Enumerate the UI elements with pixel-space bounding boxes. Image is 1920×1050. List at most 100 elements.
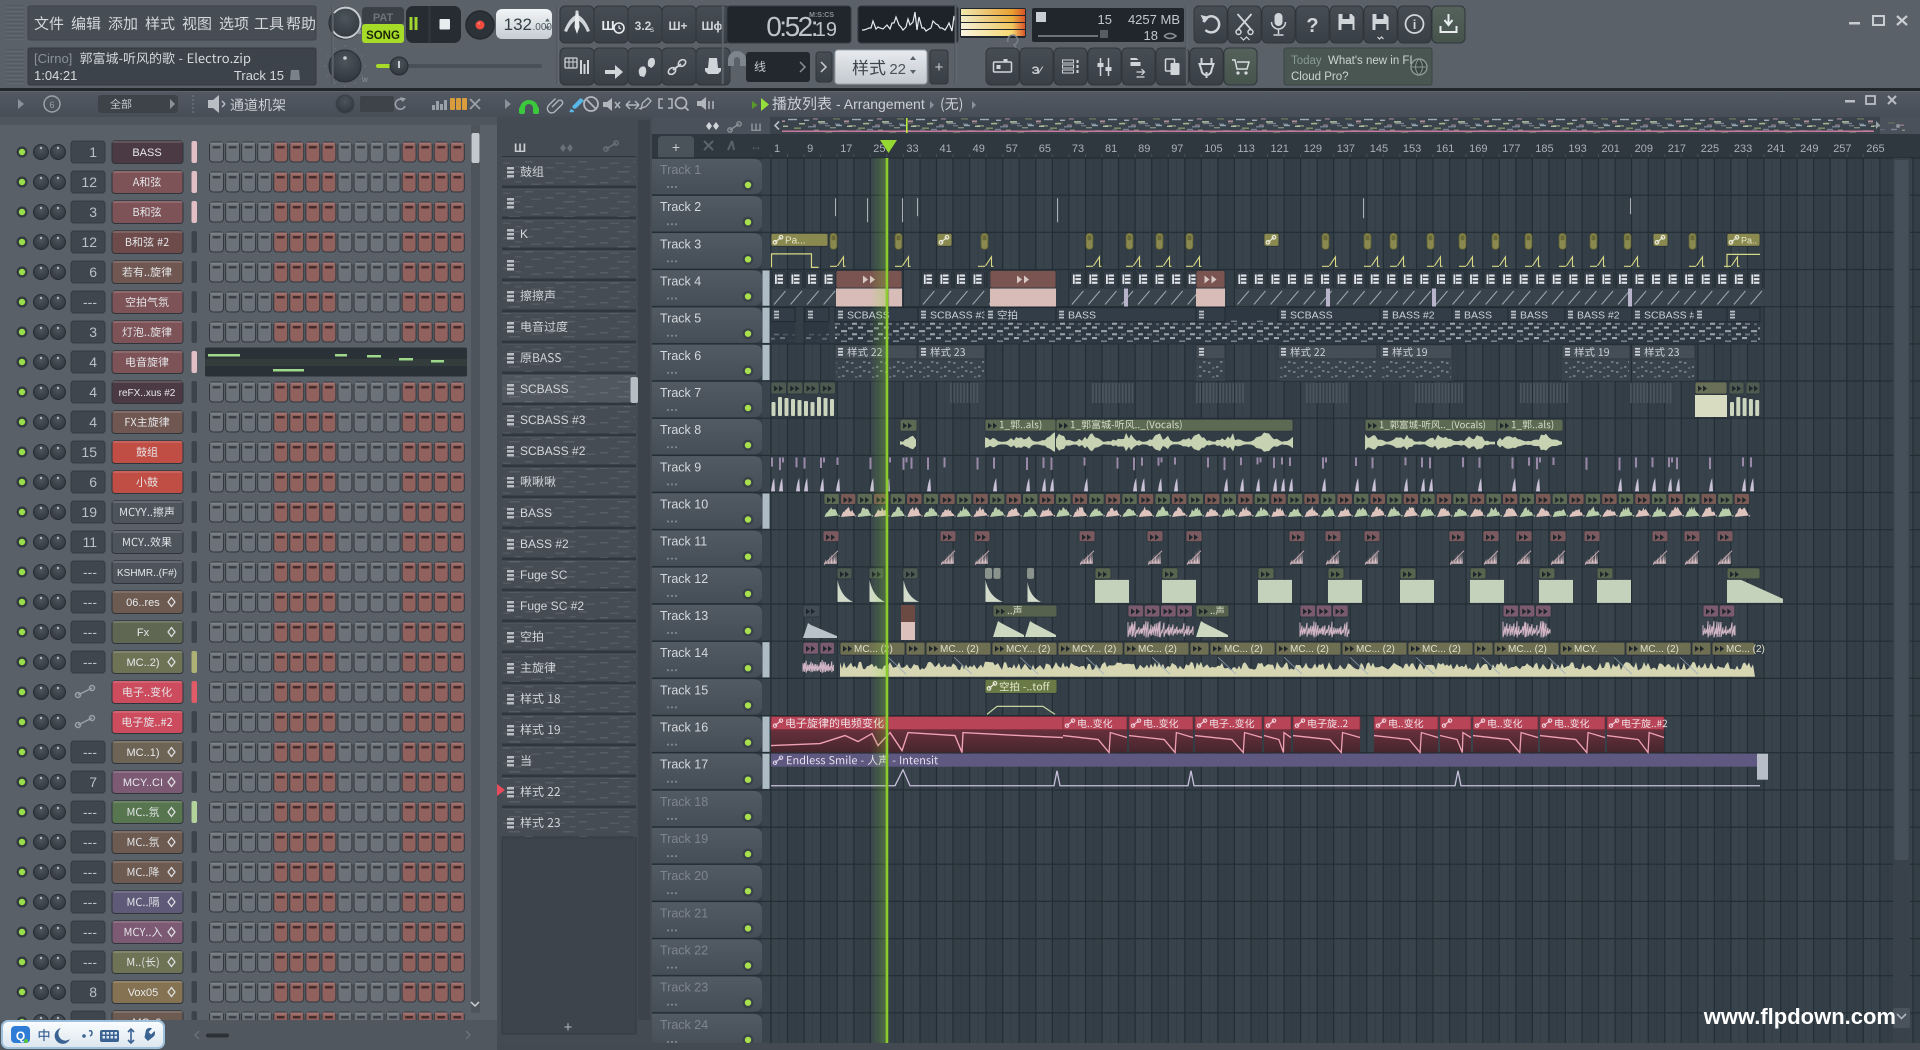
svg-text:19: 19: [81, 504, 97, 520]
svg-text:Track 12: Track 12: [660, 572, 708, 586]
svg-text:---: ---: [83, 954, 97, 970]
svg-text:1: 1: [774, 143, 780, 155]
svg-text:MCY... (2): MCY... (2): [1072, 644, 1116, 655]
svg-text:BASS #2: BASS #2: [1577, 310, 1620, 322]
svg-text:Ш+: Ш+: [668, 19, 687, 33]
svg-text:MC... (2): MC... (2): [1356, 644, 1395, 655]
svg-text:Fx: Fx: [137, 627, 150, 639]
svg-text:73: 73: [1072, 143, 1084, 155]
svg-text:241: 241: [1767, 143, 1785, 155]
svg-text:81: 81: [1105, 143, 1117, 155]
svg-text:185: 185: [1535, 143, 1553, 155]
svg-text:65: 65: [1039, 143, 1051, 155]
svg-text:11: 11: [82, 534, 97, 550]
svg-text:209: 209: [1635, 143, 1653, 155]
svg-text:193: 193: [1568, 143, 1586, 155]
svg-text:BASS #2: BASS #2: [520, 537, 569, 551]
svg-text:PAT: PAT: [373, 12, 394, 24]
svg-text:201: 201: [1602, 143, 1620, 155]
svg-text:BASS: BASS: [1520, 310, 1548, 322]
svg-text:257: 257: [1833, 143, 1851, 155]
svg-text:w: w: [361, 75, 368, 84]
svg-text:---: ---: [83, 594, 97, 610]
svg-text:Today: Today: [1291, 55, 1322, 67]
svg-text:4: 4: [89, 354, 97, 370]
svg-text:+: +: [672, 139, 680, 155]
svg-text:Track 11: Track 11: [660, 535, 707, 549]
svg-text:?: ?: [1306, 15, 1318, 37]
svg-text:KSHMR..(F#): KSHMR..(F#): [117, 568, 177, 579]
svg-text:i: i: [1413, 17, 1417, 32]
svg-text:SCBASS: SCBASS: [1290, 310, 1333, 322]
svg-text:---: ---: [83, 864, 97, 880]
svg-text:SCBASS #2: SCBASS #2: [520, 444, 586, 458]
svg-text:Ш: Ш: [514, 141, 526, 155]
svg-text:Vox05: Vox05: [128, 987, 159, 999]
svg-text:Track 23: Track 23: [660, 981, 708, 995]
svg-text:153: 153: [1403, 143, 1421, 155]
svg-text:---: ---: [83, 804, 97, 820]
svg-text:169: 169: [1469, 143, 1487, 155]
svg-text:---: ---: [83, 894, 97, 910]
svg-text:---: ---: [83, 924, 97, 940]
svg-text:33: 33: [906, 143, 918, 155]
svg-text:Track 2: Track 2: [660, 200, 701, 214]
svg-text:49: 49: [973, 143, 985, 155]
svg-text:12: 12: [81, 234, 97, 250]
svg-text:4: 4: [89, 414, 97, 430]
svg-text:8: 8: [89, 984, 97, 1000]
svg-text:Track 15: Track 15: [660, 683, 708, 697]
svg-text:9: 9: [807, 143, 813, 155]
svg-text:Track 14: Track 14: [660, 646, 708, 660]
svg-text:Pa..: Pa..: [1741, 235, 1757, 245]
svg-text:249: 249: [1800, 143, 1818, 155]
svg-text:Track 24: Track 24: [660, 1018, 708, 1032]
svg-text:BASS: BASS: [520, 506, 552, 520]
svg-text:Track 3: Track 3: [660, 237, 701, 251]
svg-text:---: ---: [83, 624, 97, 640]
svg-text:Track 6: Track 6: [660, 349, 701, 363]
svg-text:MC... (2): MC... (2): [1290, 644, 1329, 655]
svg-text:reFX..xus #2: reFX..xus #2: [119, 388, 176, 399]
svg-text:SCBASS #3: SCBASS #3: [930, 310, 987, 322]
svg-text:265: 265: [1866, 143, 1884, 155]
svg-text:161: 161: [1436, 143, 1454, 155]
svg-text:MC... (2): MC... (2): [1422, 644, 1461, 655]
svg-text:BASS: BASS: [1068, 310, 1096, 322]
svg-text:105: 105: [1204, 143, 1222, 155]
svg-text:MCY... (2): MCY... (2): [1006, 644, 1050, 655]
svg-text:s: s: [650, 25, 654, 34]
svg-text:www.flpdown.com: www.flpdown.com: [1703, 1004, 1896, 1029]
svg-text:233: 233: [1734, 143, 1752, 155]
svg-text:BASS: BASS: [132, 147, 161, 159]
svg-text:MC... (2): MC... (2): [940, 644, 979, 655]
svg-text:.000: .000: [533, 22, 553, 33]
svg-text:+: +: [935, 59, 944, 76]
svg-text:- Arrangement: - Arrangement: [836, 96, 925, 112]
svg-text:MC... (2): MC... (2): [1640, 644, 1679, 655]
svg-text:Track 17: Track 17: [660, 758, 708, 772]
svg-text:Ш: Ш: [601, 18, 614, 33]
svg-text:---: ---: [83, 744, 97, 760]
svg-text:Fuge SC: Fuge SC: [520, 568, 568, 582]
svg-text:Track 5: Track 5: [660, 312, 701, 326]
svg-text:19: 19: [815, 19, 837, 41]
svg-text:177: 177: [1502, 143, 1520, 155]
svg-text:SCBASS #3: SCBASS #3: [520, 413, 586, 427]
svg-text:12: 12: [81, 174, 97, 190]
svg-text:Q: Q: [16, 1029, 25, 1043]
svg-text:Track 15: Track 15: [234, 68, 284, 83]
svg-text:3: 3: [89, 204, 97, 220]
svg-text:6: 6: [49, 100, 54, 110]
svg-text:3: 3: [89, 324, 97, 340]
svg-text:Fuge SC #2: Fuge SC #2: [520, 599, 584, 613]
svg-text:18: 18: [1144, 28, 1158, 43]
svg-text:225: 225: [1701, 143, 1719, 155]
svg-text:---: ---: [83, 294, 97, 310]
svg-text:SCBASS: SCBASS: [520, 382, 569, 396]
svg-text:57: 57: [1006, 143, 1018, 155]
svg-text:15: 15: [81, 444, 97, 460]
svg-text:Cloud Pro?: Cloud Pro?: [1291, 71, 1349, 83]
svg-text:K: K: [520, 227, 528, 241]
svg-text:Track 16: Track 16: [660, 721, 708, 735]
